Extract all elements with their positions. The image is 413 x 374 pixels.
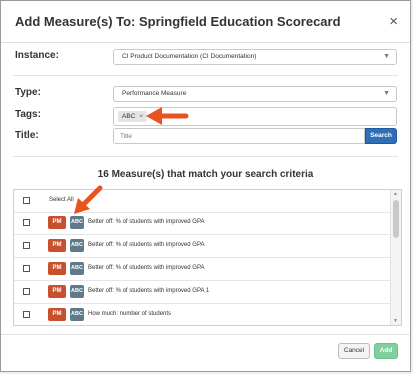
close-icon[interactable]: × xyxy=(389,13,398,30)
row-title: Better off: % of students with improved … xyxy=(88,288,210,294)
select-all-label: Select All xyxy=(49,197,74,203)
table-row: PM ABC Better off: % of students with im… xyxy=(14,212,391,235)
abc-badge: ABC xyxy=(70,308,84,321)
title-label: Title: xyxy=(15,130,39,141)
title-input[interactable] xyxy=(113,128,365,144)
row-title: How much: number of students xyxy=(88,311,172,317)
table-scrollbar[interactable]: ▲ ▼ xyxy=(390,190,401,325)
tag-chip-label: ABC xyxy=(122,113,136,120)
chevron-down-icon: ▼ xyxy=(383,90,390,97)
scroll-up-icon[interactable]: ▲ xyxy=(393,191,398,197)
scroll-down-icon[interactable]: ▼ xyxy=(393,318,398,324)
pm-badge: PM xyxy=(48,262,66,275)
table-row: PM ABC Better off: % of students with im… xyxy=(14,235,391,258)
pm-badge: PM xyxy=(48,308,66,321)
chevron-down-icon: ▼ xyxy=(383,53,390,60)
dialog-title: Add Measure(s) To: Springfield Education… xyxy=(15,14,341,29)
abc-badge: ABC xyxy=(70,262,84,275)
cancel-button[interactable]: Cancel xyxy=(338,343,370,359)
add-measures-dialog: Add Measure(s) To: Springfield Education… xyxy=(0,0,411,372)
table-row: PM ABC How much: number of students xyxy=(14,304,391,325)
select-all-row: Select All xyxy=(14,190,391,213)
table-row: PM ABC Better off: % of students with im… xyxy=(14,258,391,281)
section-divider xyxy=(13,75,398,76)
row-title: Better off: % of students with improved … xyxy=(88,242,205,248)
row-checkbox[interactable] xyxy=(23,219,30,226)
tags-label: Tags: xyxy=(15,109,41,120)
type-select[interactable]: Performance Measure ▼ xyxy=(113,86,397,102)
row-checkbox[interactable] xyxy=(23,288,30,295)
section-divider xyxy=(13,156,398,157)
row-title: Better off: % of students with improved … xyxy=(88,219,205,225)
instance-select[interactable]: CI Product Documentation (CI Documentati… xyxy=(113,49,397,65)
table-row: PM ABC Better off: % of students with im… xyxy=(14,281,391,304)
type-value: Performance Measure xyxy=(122,90,187,97)
instance-value: CI Product Documentation (CI Documentati… xyxy=(122,53,257,60)
pm-badge: PM xyxy=(48,285,66,298)
search-button[interactable]: Search xyxy=(365,128,397,144)
abc-badge: ABC xyxy=(70,216,84,229)
instance-label: Instance: xyxy=(15,50,59,61)
select-all-checkbox[interactable] xyxy=(23,197,30,204)
abc-badge: ABC xyxy=(70,285,84,298)
dialog-header: Add Measure(s) To: Springfield Education… xyxy=(1,1,410,43)
pm-badge: PM xyxy=(48,216,66,229)
scrollbar-thumb[interactable] xyxy=(393,200,399,238)
pm-badge: PM xyxy=(48,239,66,252)
add-button[interactable]: Add xyxy=(374,343,398,359)
results-heading: 16 Measure(s) that match your search cri… xyxy=(97,169,314,180)
row-checkbox[interactable] xyxy=(23,242,30,249)
tag-remove-icon[interactable]: × xyxy=(139,113,143,120)
tags-input[interactable]: ABC × xyxy=(113,107,397,126)
tag-chip: ABC × xyxy=(118,111,148,122)
results-table: Select All PM ABC Better off: % of stude… xyxy=(13,189,402,326)
row-checkbox[interactable] xyxy=(23,265,30,272)
footer-divider xyxy=(1,334,410,335)
abc-badge: ABC xyxy=(70,239,84,252)
type-label: Type: xyxy=(15,87,41,98)
row-title: Better off: % of students with improved … xyxy=(88,265,205,271)
row-checkbox[interactable] xyxy=(23,311,30,318)
